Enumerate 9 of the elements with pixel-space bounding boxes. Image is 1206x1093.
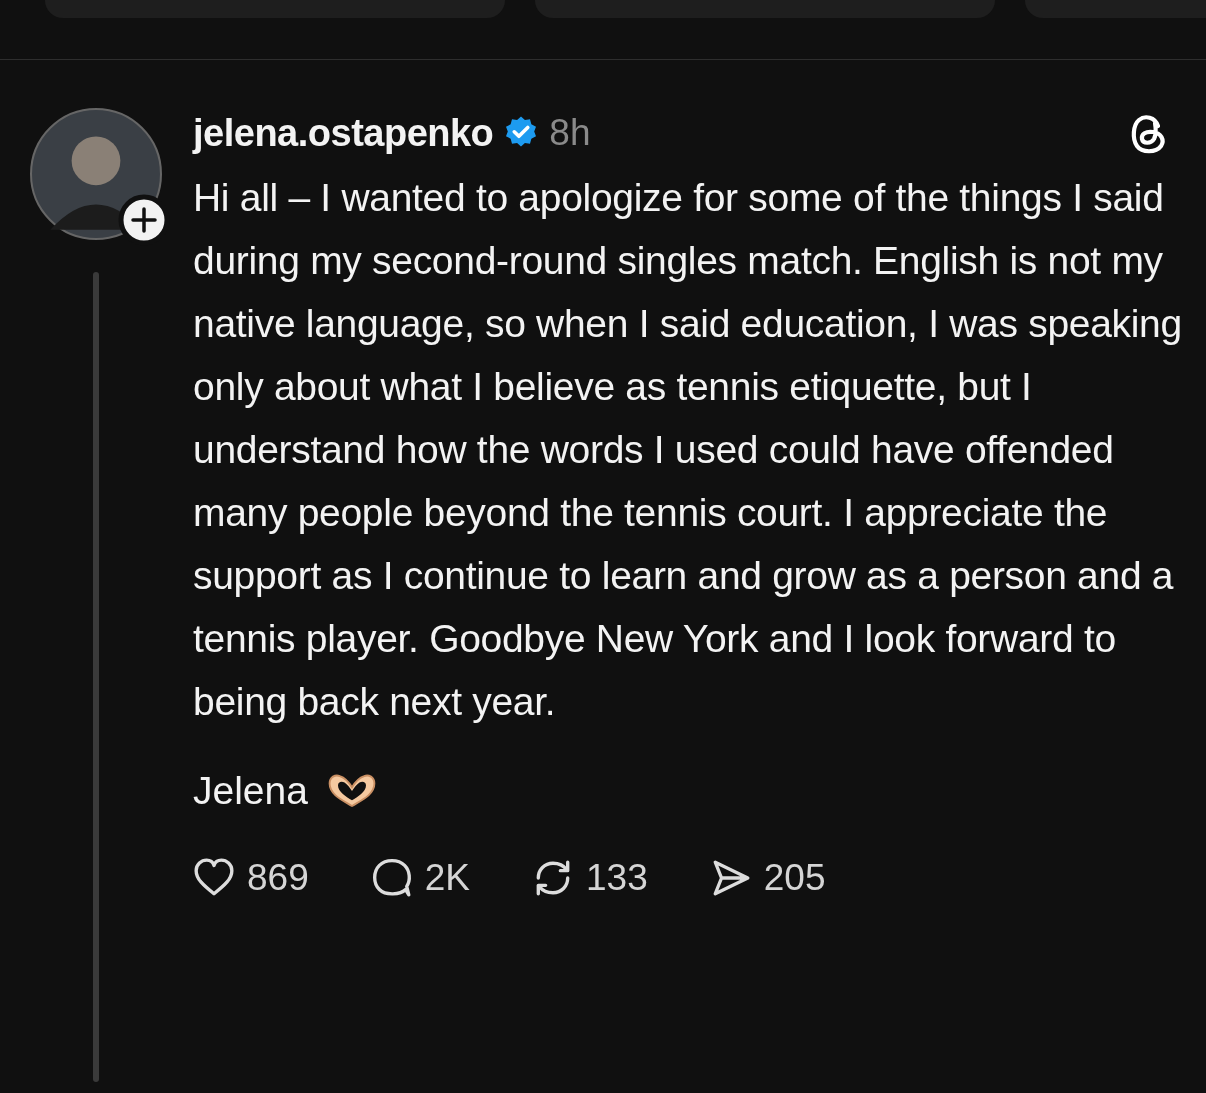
signoff-text: Jelena	[193, 769, 308, 813]
action-count: 869	[247, 857, 309, 899]
username[interactable]: jelena.ostapenko	[193, 111, 494, 155]
action-count: 2K	[424, 857, 470, 899]
action-count: 205	[763, 857, 826, 899]
action-count: 133	[586, 857, 648, 899]
speech-bubble-icon[interactable]	[370, 857, 413, 899]
post-time: 8h	[549, 112, 591, 154]
post-text: Hi all – I wanted to apologize for some of the things I said during my second-round singles match. English is not my native language, so when I said education, I was speaking only about what I believe as tennis etiquette, but I understand how the words I used could have offended many people beyond the tennis court. I appreciate the support as I continue to learn and grow as a person and a tennis player. Goodbye New York and I look forward to being back next year.	[193, 175, 1183, 725]
